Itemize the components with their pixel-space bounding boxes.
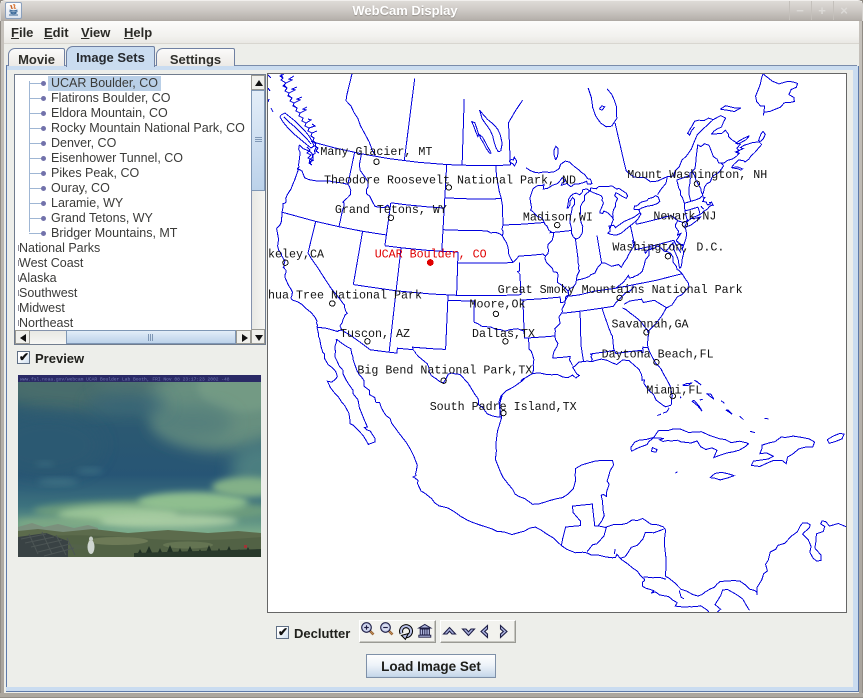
svg-text:Grand Tetons, WY: Grand Tetons, WY [335, 203, 447, 217]
svg-text:Joshua Tree National Park: Joshua Tree National Park [268, 289, 422, 303]
svg-text:Great Smoky Mountains National: Great Smoky Mountains National Park [498, 283, 743, 297]
svg-text:UCAR Boulder, CO: UCAR Boulder, CO [375, 248, 487, 262]
svg-text:South Padre Island,TX: South Padre Island,TX [430, 400, 577, 414]
svg-text:Madison,WI: Madison,WI [523, 210, 593, 224]
svg-text:Miami,FL: Miami,FL [646, 384, 702, 398]
svg-text:Newark,NJ: Newark,NJ [653, 210, 716, 224]
svg-text:Tuscon, AZ: Tuscon, AZ [340, 327, 410, 341]
svg-text:Many Glacier, MT: Many Glacier, MT [320, 145, 432, 159]
svg-text:Berkeley,CA: Berkeley,CA [268, 248, 325, 262]
svg-text:Big Bend National Park,TX: Big Bend National Park,TX [357, 364, 532, 378]
svg-text:Mount Washington, NH: Mount Washington, NH [627, 168, 767, 182]
svg-text:Washington, D.C.: Washington, D.C. [612, 241, 724, 255]
svg-text:www.fsl.noaa.gov/webcam UCAR: www.fsl.noaa.gov/webcam UCAR Boulder Lab… [20, 376, 230, 382]
svg-text:Savannah,GA: Savannah,GA [612, 318, 690, 332]
svg-text:Dallas,TX: Dallas,TX [472, 327, 535, 341]
svg-text:Theodore Roosevelt National Pa: Theodore Roosevelt National Park, ND [324, 173, 576, 187]
svg-text:Moore,Ok: Moore,Ok [470, 298, 526, 312]
svg-text:Daytona Beach,FL: Daytona Beach,FL [602, 348, 714, 362]
